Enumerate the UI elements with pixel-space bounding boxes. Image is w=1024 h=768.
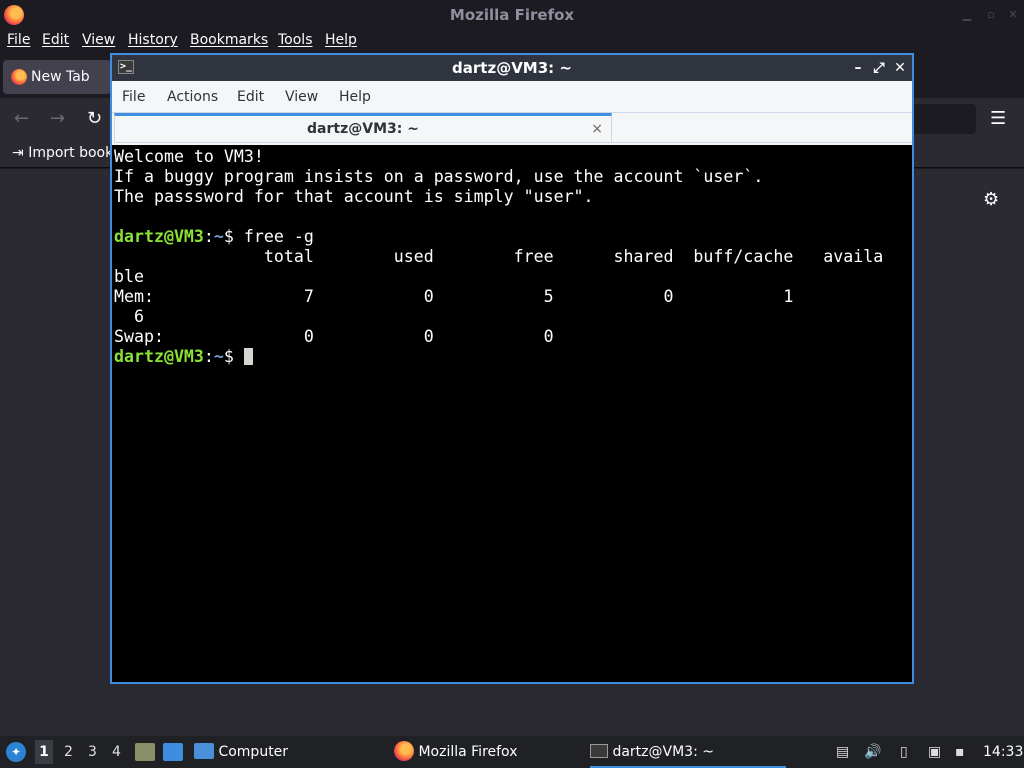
close-icon[interactable]: ✕	[1006, 8, 1020, 22]
menu-icon[interactable]: ☰	[990, 108, 1006, 129]
terminal-menu-edit[interactable]: Edit	[237, 89, 264, 105]
firefox-taskbar-icon	[394, 741, 414, 761]
terminal-menu-file[interactable]: File	[122, 89, 145, 105]
menu-tools[interactable]: Tools	[278, 32, 313, 48]
terminal-maximize-icon[interactable]: ⤢	[869, 55, 889, 81]
prompt-line: dartz@VM3:~$ free -g	[114, 227, 910, 247]
tab-close-icon[interactable]: ×	[591, 116, 603, 142]
terminal-line: The passsword for that account is simply…	[114, 187, 594, 206]
menu-file[interactable]: File	[7, 32, 30, 48]
workspace-1[interactable]: 1	[35, 740, 53, 764]
terminal-line: ble	[114, 267, 144, 286]
terminal-menu-view[interactable]: View	[285, 89, 318, 105]
import-icon: ⇥	[12, 145, 24, 161]
url-bar[interactable]	[912, 104, 976, 134]
terminal-output[interactable]: Welcome to VM3! If a buggy program insist…	[114, 147, 910, 682]
terminal-titlebar[interactable]: >_ dartz@VM3: ~ – ⤢ ✕	[112, 55, 912, 81]
tab-new-tab[interactable]: New Tab	[3, 60, 111, 94]
prompt-path: ~	[213, 347, 224, 366]
start-menu-icon[interactable]: ✦	[6, 742, 26, 762]
prompt-user: dartz@VM3	[114, 227, 204, 246]
firefox-tab-icon	[11, 69, 27, 85]
workspace-2[interactable]: 2	[64, 744, 73, 760]
workspace-4[interactable]: 4	[112, 744, 121, 760]
terminal-task-label: dartz@VM3: ~	[612, 744, 714, 760]
firefox-titlebar: Mozilla Firefox ▁ ▫ ✕	[0, 0, 1024, 30]
terminal-window: >_ dartz@VM3: ~ – ⤢ ✕ File Actions Edit …	[110, 53, 914, 684]
prompt-sep: :	[203, 227, 214, 246]
terminal-cursor	[243, 348, 253, 365]
notes-tray-icon[interactable]: ▯	[900, 744, 908, 760]
terminal-line: If a buggy program insists on a password…	[114, 167, 764, 186]
settings-gear-icon[interactable]: ⚙	[983, 189, 999, 210]
import-bookmarks-button[interactable]: ⇥ Import book	[12, 145, 113, 161]
terminal-line: total used free shared buff/cache availa	[114, 247, 884, 266]
reload-icon[interactable]: ↻	[87, 108, 102, 129]
menu-bookmarks[interactable]: Bookmarks	[190, 32, 268, 48]
firefox-logo-icon	[4, 5, 24, 25]
terminal-tabbar: dartz@VM3: ~ ×	[112, 113, 912, 145]
terminal-line: Mem: 7 0 5 0 1	[114, 287, 874, 306]
terminal-minimize-icon[interactable]: –	[848, 55, 868, 81]
taskbar-terminal[interactable]: dartz@VM3: ~	[590, 736, 786, 768]
tab-label: New Tab	[31, 69, 90, 85]
volume-icon[interactable]: 🔊	[864, 744, 881, 760]
computer-label: Computer	[218, 744, 289, 760]
prompt-path: ~	[213, 227, 224, 246]
firefox-task-label: Mozilla Firefox	[418, 744, 518, 760]
terminal-menu-help[interactable]: Help	[339, 89, 371, 105]
workspace-3[interactable]: 3	[88, 744, 97, 760]
maximize-icon[interactable]: ▫	[984, 8, 998, 22]
menu-help[interactable]: Help	[325, 32, 357, 48]
firefox-window-title: Mozilla Firefox	[449, 6, 575, 24]
import-label: Import book	[28, 145, 114, 161]
terminal-menu-actions[interactable]: Actions	[167, 89, 218, 105]
back-icon[interactable]: ←	[14, 108, 29, 129]
minimize-icon[interactable]: ▁	[960, 8, 974, 22]
prompt-user: dartz@VM3	[114, 347, 204, 366]
show-desktop-icon[interactable]	[163, 743, 183, 761]
clipboard-tray-icon[interactable]: ▤	[836, 744, 849, 760]
clock: 14:33	[983, 744, 1024, 760]
folder-icon	[194, 743, 214, 759]
menu-view[interactable]: View	[82, 32, 115, 48]
update-notifier-icon[interactable]: ▪	[955, 744, 965, 760]
file-manager-launcher-icon[interactable]	[135, 743, 155, 761]
prompt-dollar: $	[223, 347, 244, 366]
prompt-line: dartz@VM3:~$	[114, 347, 910, 367]
menu-history[interactable]: History	[128, 32, 178, 48]
taskbar-computer[interactable]: Computer	[194, 736, 288, 768]
terminal-line: 6	[114, 307, 144, 326]
terminal-close-icon[interactable]: ✕	[890, 55, 910, 81]
terminal-tab[interactable]: dartz@VM3: ~ ×	[114, 113, 612, 143]
terminal-line: Welcome to VM3!	[114, 147, 264, 166]
terminal-taskbar-icon	[590, 744, 608, 758]
prompt-sep: :	[203, 347, 214, 366]
taskbar-firefox[interactable]: Mozilla Firefox	[394, 736, 517, 768]
tabbar-empty-area	[612, 113, 912, 143]
taskbar: ✦ 1 2 3 4 Computer Mozilla Firefox dartz…	[0, 736, 1024, 768]
firefox-menubar: File Edit View History Bookmarks Tools H…	[0, 30, 1024, 52]
forward-icon[interactable]: →	[50, 108, 65, 129]
terminal-menubar: File Actions Edit View Help	[112, 81, 912, 113]
terminal-line: Swap: 0 0 0	[114, 327, 554, 346]
network-icon[interactable]: ▣	[928, 744, 941, 760]
prompt-dollar: $	[223, 227, 244, 246]
terminal-window-title: dartz@VM3: ~	[452, 59, 572, 77]
menu-edit[interactable]: Edit	[42, 32, 69, 48]
command-text: free -g	[243, 227, 314, 246]
terminal-tab-label: dartz@VM3: ~	[307, 121, 419, 137]
terminal-icon: >_	[118, 60, 134, 74]
